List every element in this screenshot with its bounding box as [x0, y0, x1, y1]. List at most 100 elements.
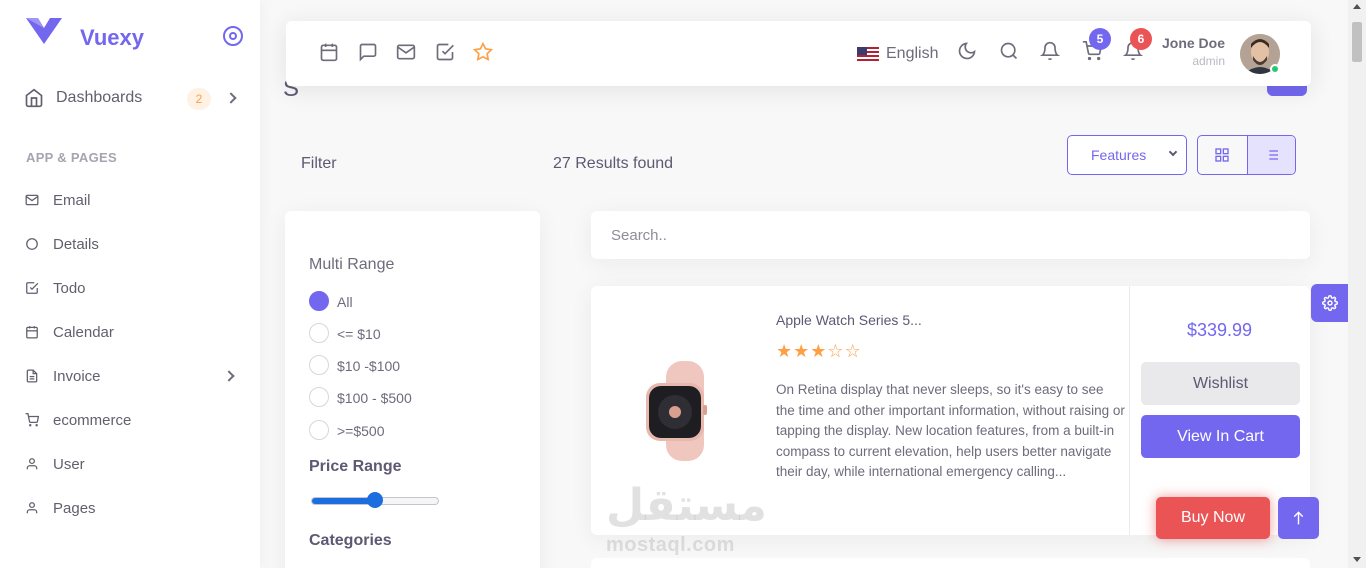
- chat-icon[interactable]: [358, 42, 378, 62]
- sidebar-item-ecommerce[interactable]: ecommerce: [25, 408, 245, 432]
- shopping-cart-icon: [25, 413, 39, 427]
- scroll-up-arrow-icon[interactable]: [1353, 4, 1361, 9]
- mail-icon[interactable]: [396, 42, 416, 62]
- user-icon: [26, 458, 38, 470]
- wishlist-button[interactable]: Wishlist: [1141, 362, 1300, 405]
- sidebar-item-invoice[interactable]: Invoice: [25, 364, 245, 388]
- calendar-icon[interactable]: [319, 42, 339, 62]
- sidebar-item-label: Todo: [53, 279, 86, 297]
- sidebar-item-label: Email: [53, 191, 91, 209]
- sidebar-toggle-icon[interactable]: [223, 26, 243, 46]
- sidebar-item-label: Pages: [53, 499, 96, 517]
- range-label: $100 - $500: [337, 390, 412, 406]
- sidebar-item-todo[interactable]: Todo: [25, 276, 245, 300]
- online-status-indicator: [1270, 64, 1280, 74]
- price-range-title: Price Range: [309, 458, 402, 475]
- list-view-button[interactable]: [1246, 136, 1295, 174]
- bell-icon[interactable]: [1040, 41, 1060, 61]
- slider-fill: [312, 498, 375, 504]
- sidebar-item-user[interactable]: User: [25, 452, 245, 476]
- categories-title: Categories: [309, 532, 392, 549]
- sidebar: Vuexy Dashboards 2 APP & PAGES Email Det…: [0, 0, 260, 568]
- scroll-down-arrow-icon[interactable]: [1353, 557, 1361, 562]
- view-toggle: [1197, 135, 1296, 175]
- user-name[interactable]: Jone Doe: [1162, 35, 1225, 51]
- arrow-up-icon: [1293, 511, 1304, 525]
- sidebar-item-calendar[interactable]: Calendar: [25, 320, 245, 344]
- product-rating: ★ ★ ★ ☆ ☆: [776, 342, 861, 360]
- range-label: All: [337, 294, 353, 310]
- range-radio-100-500[interactable]: [309, 387, 329, 407]
- watermark-arabic: مستقل: [606, 481, 767, 530]
- scrollbar-thumb[interactable]: [1352, 22, 1362, 62]
- sort-select[interactable]: Features: [1067, 135, 1187, 175]
- grid-icon: [1215, 148, 1229, 162]
- customizer-button[interactable]: [1311, 284, 1349, 322]
- star-filled-icon: ★: [776, 341, 793, 361]
- scrollbar[interactable]: [1348, 0, 1366, 568]
- brand-name: Vuexy: [80, 25, 145, 50]
- range-label: $10 -$100: [337, 358, 401, 374]
- calendar-icon: [26, 326, 38, 339]
- file-text-icon: [26, 369, 38, 383]
- buy-now-button[interactable]: Buy Now: [1156, 497, 1270, 539]
- product-name[interactable]: Apple Watch Series 5...: [776, 312, 922, 328]
- search-input[interactable]: [591, 211, 1310, 259]
- star-empty-icon: ☆: [844, 341, 861, 361]
- circle-icon: [26, 238, 38, 250]
- star-empty-icon: ☆: [827, 341, 844, 361]
- sidebar-item-label: User: [53, 455, 85, 473]
- home-icon: [25, 88, 43, 108]
- sidebar-item-label: Invoice: [53, 367, 101, 385]
- sidebar-item-label: Details: [53, 235, 99, 253]
- price-range-slider[interactable]: [311, 492, 439, 508]
- filter-label: Filter: [301, 155, 337, 172]
- grid-view-button[interactable]: [1198, 136, 1247, 174]
- sidebar-item-label: Calendar: [53, 323, 114, 341]
- product-description: On Retina display that never sleeps, so …: [776, 382, 1125, 480]
- notification-count-badge: 6: [1130, 28, 1152, 50]
- sidebar-item-email[interactable]: Email: [25, 188, 245, 212]
- chevron-right-icon: [225, 92, 237, 104]
- range-label: <= $10: [337, 326, 381, 342]
- view-in-cart-button[interactable]: View In Cart: [1141, 415, 1300, 458]
- sidebar-item-pages[interactable]: Pages: [25, 496, 245, 520]
- moon-icon[interactable]: [957, 41, 977, 61]
- range-radio-over-500[interactable]: [309, 420, 329, 440]
- us-flag-icon: [857, 47, 879, 61]
- section-header: APP & PAGES: [26, 150, 117, 165]
- sidebar-item-details[interactable]: Details: [25, 232, 245, 256]
- star-icon[interactable]: [473, 42, 493, 62]
- range-radio-all[interactable]: [309, 291, 329, 311]
- filter-card: Multi Range All <= $10 $10 -$100 $100 - …: [285, 211, 540, 568]
- language-selector[interactable]: English: [886, 45, 938, 63]
- product-price: $339.99: [1186, 320, 1253, 340]
- product-image[interactable]: [636, 361, 726, 461]
- range-radio-10-100[interactable]: [309, 355, 329, 375]
- check-square-icon[interactable]: [435, 42, 455, 62]
- slider-thumb[interactable]: [367, 492, 383, 508]
- chevron-right-icon: [223, 370, 235, 382]
- sidebar-item-label: ecommerce: [53, 411, 132, 429]
- range-label: >=$500: [337, 423, 385, 439]
- star-filled-icon: ★: [810, 341, 827, 361]
- chevron-down-icon: [1168, 147, 1178, 157]
- sidebar-item-label: Dashboards: [56, 89, 143, 106]
- check-square-icon: [26, 282, 39, 294]
- star-filled-icon: ★: [793, 341, 810, 361]
- search-icon[interactable]: [999, 41, 1019, 61]
- multi-range-title: Multi Range: [309, 256, 395, 273]
- brand[interactable]: Vuexy: [26, 18, 144, 50]
- scroll-to-top-button[interactable]: [1278, 497, 1319, 539]
- range-radio-under-10[interactable]: [309, 323, 329, 343]
- navbar: English 5 6 Jone Doe admin: [286, 21, 1311, 86]
- list-icon: [1265, 150, 1278, 160]
- results-count: 27 Results found: [553, 155, 674, 172]
- cart-count-badge: 5: [1089, 28, 1111, 50]
- sort-select-value: Features: [1091, 147, 1147, 163]
- user-icon: [26, 502, 38, 514]
- gear-icon: [1322, 295, 1338, 311]
- product-card: [591, 558, 1310, 568]
- sidebar-item-dashboards[interactable]: Dashboards 2: [24, 84, 244, 112]
- mail-icon: [25, 194, 39, 206]
